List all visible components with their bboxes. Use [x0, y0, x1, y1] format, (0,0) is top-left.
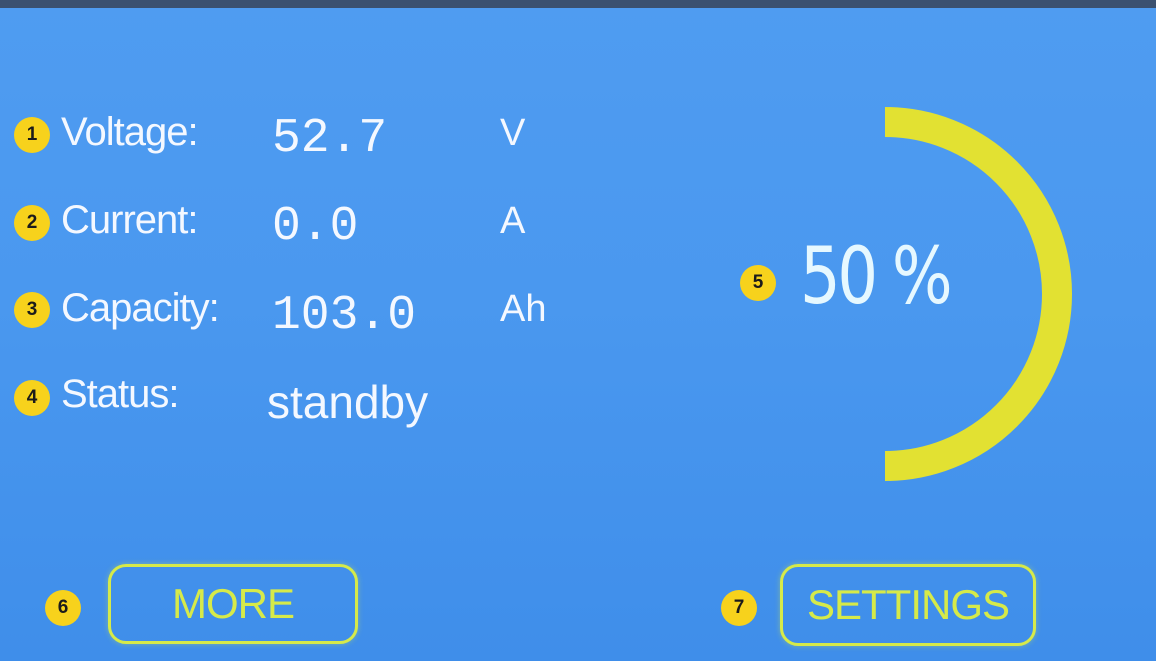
annotation-badge-5: 5	[740, 265, 776, 301]
capacity-label: Capacity:	[61, 286, 220, 330]
annotation-badge-4: 4	[14, 380, 50, 416]
capacity-value: 103.0	[272, 289, 417, 343]
battery-percent-readout: 50 %	[800, 232, 953, 322]
voltage-unit: V	[500, 112, 526, 154]
voltage-value: 52.7	[272, 112, 388, 166]
capacity-unit: Ah	[500, 288, 547, 330]
battery-monitor-screen: 1 Voltage: 52.7 V 2 Current: 0.0 A 3 Cap…	[0, 0, 1156, 661]
top-bezel	[0, 0, 1156, 8]
more-button[interactable]: MORE	[108, 564, 358, 644]
voltage-label: Voltage:	[61, 110, 199, 154]
current-label: Current:	[61, 198, 198, 242]
annotation-badge-7: 7	[721, 590, 757, 626]
annotation-badge-2: 2	[14, 205, 50, 241]
annotation-badge-1: 1	[14, 117, 50, 153]
status-label: Status:	[61, 372, 180, 416]
current-value: 0.0	[272, 200, 359, 254]
current-unit: A	[500, 200, 526, 242]
status-value: standby	[267, 376, 429, 428]
settings-button[interactable]: SETTINGS	[780, 564, 1036, 646]
annotation-badge-3: 3	[14, 292, 50, 328]
annotation-badge-6: 6	[45, 590, 81, 626]
